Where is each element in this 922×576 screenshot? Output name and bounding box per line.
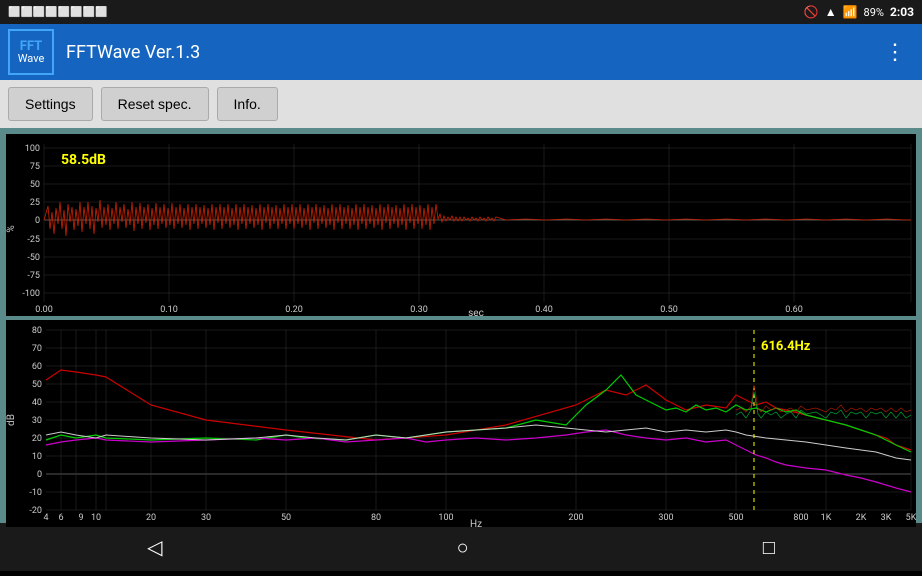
- svg-text:0.60: 0.60: [785, 305, 803, 315]
- svg-text:0: 0: [37, 470, 42, 480]
- status-bar: ⬜⬜⬜⬜⬜⬜⬜⬜ 🚫 ▲ 📶 89% 2:03: [0, 0, 922, 24]
- status-icons-right: 🚫 ▲ 📶 89% 2:03: [804, 5, 914, 19]
- waveform-chart: 100 75 50 25 0 -25 -50 -75 -100 % 0.00 0…: [6, 134, 916, 316]
- svg-text:4: 4: [43, 513, 48, 523]
- svg-text:500: 500: [728, 513, 743, 523]
- info-button[interactable]: Info.: [217, 87, 278, 121]
- svg-text:58.5dB: 58.5dB: [61, 152, 106, 168]
- svg-text:30: 30: [32, 416, 42, 426]
- svg-text:0.20: 0.20: [285, 305, 303, 315]
- svg-text:60: 60: [32, 362, 42, 372]
- home-button[interactable]: ○: [417, 527, 509, 568]
- svg-text:0.30: 0.30: [410, 305, 428, 315]
- no-sim-icon: 🚫: [804, 5, 819, 19]
- svg-text:20: 20: [32, 434, 42, 444]
- svg-text:100: 100: [438, 513, 453, 523]
- svg-text:-50: -50: [27, 253, 40, 263]
- svg-text:0: 0: [35, 216, 40, 226]
- svg-text:Hz: Hz: [470, 519, 482, 527]
- reset-spec-button[interactable]: Reset spec.: [101, 87, 209, 121]
- app-title: FFTWave Ver.1.3: [66, 42, 876, 63]
- svg-text:-75: -75: [27, 271, 40, 281]
- svg-text:70: 70: [32, 344, 42, 354]
- signal-icon: 📶: [843, 5, 858, 19]
- svg-text:40: 40: [32, 398, 42, 408]
- svg-text:30: 30: [201, 513, 211, 523]
- svg-text:9: 9: [78, 513, 83, 523]
- svg-text:sec: sec: [468, 308, 484, 316]
- svg-text:20: 20: [146, 513, 156, 523]
- svg-text:0.10: 0.10: [160, 305, 178, 315]
- clock: 2:03: [890, 5, 914, 19]
- svg-text:75: 75: [30, 162, 40, 172]
- settings-button[interactable]: Settings: [8, 87, 93, 121]
- navigation-bar: ◁ ○ □: [0, 523, 922, 571]
- svg-text:50: 50: [32, 380, 42, 390]
- svg-text:25: 25: [30, 198, 40, 208]
- svg-text:dB: dB: [6, 414, 17, 426]
- fft-svg: 80 70 60 50 40 30 20 10 0 -10 -20 dB 4 6…: [6, 320, 916, 527]
- svg-text:616.4Hz: 616.4Hz: [761, 339, 811, 354]
- app-logo: FFT Wave: [8, 29, 54, 75]
- wifi-icon: ▲: [825, 5, 837, 19]
- svg-text:80: 80: [371, 513, 381, 523]
- svg-text:-10: -10: [29, 488, 42, 498]
- svg-text:0.40: 0.40: [535, 305, 553, 315]
- svg-text:3K: 3K: [881, 513, 892, 523]
- svg-text:1K: 1K: [821, 513, 832, 523]
- svg-text:-25: -25: [27, 235, 40, 245]
- svg-text:50: 50: [281, 513, 291, 523]
- waveform-svg: 100 75 50 25 0 -25 -50 -75 -100 % 0.00 0…: [6, 134, 916, 316]
- charts-wrapper: 100 75 50 25 0 -25 -50 -75 -100 % 0.00 0…: [0, 128, 922, 523]
- svg-text:%: %: [6, 225, 17, 232]
- svg-text:0.50: 0.50: [660, 305, 678, 315]
- svg-text:2K: 2K: [856, 513, 867, 523]
- svg-text:-20: -20: [29, 506, 42, 516]
- svg-text:10: 10: [91, 513, 101, 523]
- svg-text:10: 10: [32, 452, 42, 462]
- fft-chart: 80 70 60 50 40 30 20 10 0 -10 -20 dB 4 6…: [6, 320, 916, 527]
- svg-text:300: 300: [658, 513, 673, 523]
- svg-text:200: 200: [568, 513, 583, 523]
- svg-text:-100: -100: [22, 289, 40, 299]
- toolbar: Settings Reset spec. Info.: [0, 80, 922, 128]
- app-menu-button[interactable]: ⋮: [876, 32, 914, 73]
- back-button[interactable]: ◁: [107, 527, 202, 567]
- svg-text:800: 800: [793, 513, 808, 523]
- svg-text:5K: 5K: [906, 513, 916, 523]
- app-bar: FFT Wave FFTWave Ver.1.3 ⋮: [0, 24, 922, 80]
- status-icons-left: ⬜⬜⬜⬜⬜⬜⬜⬜: [8, 7, 108, 18]
- svg-text:50: 50: [30, 180, 40, 190]
- svg-text:6: 6: [58, 513, 63, 523]
- battery-percent: 89%: [864, 6, 884, 19]
- logo-bottom: Wave: [18, 53, 45, 64]
- svg-text:80: 80: [32, 326, 42, 336]
- recent-button[interactable]: □: [723, 527, 815, 568]
- svg-text:100: 100: [25, 144, 40, 154]
- svg-text:0.00: 0.00: [35, 305, 53, 315]
